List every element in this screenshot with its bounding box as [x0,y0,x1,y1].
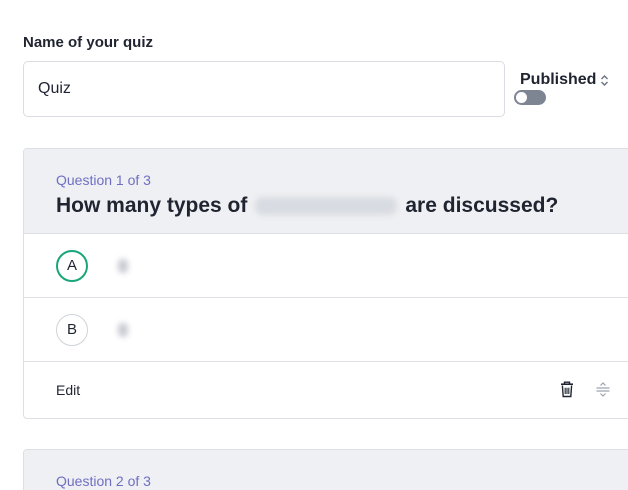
sort-icon [601,74,609,86]
question-title: How many types of are discussed? [56,194,628,218]
trash-icon[interactable] [560,381,574,398]
drag-handle-icon[interactable] [596,382,610,397]
answer-option-b[interactable]: B [24,298,628,362]
question-counter: Question 1 of 3 [56,172,151,188]
published-toggle[interactable] [514,90,546,105]
answer-badge-b: B [56,313,88,346]
published-control: Published [514,71,620,105]
question-header: Question 2 of 3 [24,450,628,490]
redacted-text [255,197,398,215]
answer-badge-a-correct: A [56,249,88,282]
toggle-knob [516,92,527,103]
question-card-2: Question 2 of 3 [23,449,628,490]
published-label: Published [520,71,597,88]
quiz-editor: Name of your quiz Published Question 1 o… [0,0,628,490]
published-sort-control[interactable]: Published [520,71,609,89]
edit-question-button[interactable]: Edit [56,382,80,398]
redacted-answer-text [118,322,128,337]
question-card-1: Question 1 of 3 How many types of are di… [23,148,628,419]
question-counter: Question 2 of 3 [56,473,151,489]
quiz-name-label: Name of your quiz [23,34,154,51]
question-footer: Edit [24,362,628,418]
quiz-name-input[interactable] [23,61,505,117]
redacted-answer-text [118,258,128,273]
question-title-prefix: How many types of [56,194,248,217]
question-title-suffix: are discussed? [405,194,559,217]
question-header: Question 1 of 3 How many types of are di… [24,149,628,234]
answer-option-a[interactable]: A [24,234,628,298]
